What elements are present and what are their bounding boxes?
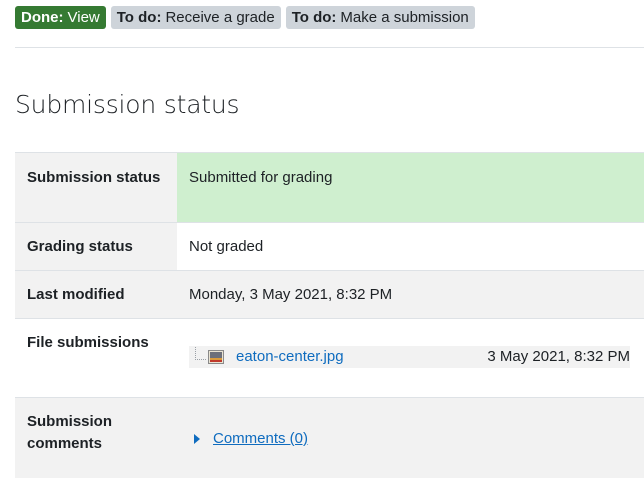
row-grading-status: Grading status Not graded [15,222,644,270]
submission-status-value: Submitted for grading [177,153,644,222]
completion-badge-done: Done: View [15,6,106,29]
row-submission-status: Submission status Submitted for grading [15,152,644,222]
file-date: 3 May 2021, 8:32 PM [487,348,630,365]
row-label: Last modified [15,271,177,318]
file-submissions-value: eaton-center.jpg 3 May 2021, 8:32 PM [177,319,644,397]
file-item: eaton-center.jpg 3 May 2021, 8:32 PM [189,346,630,368]
caret-right-icon [194,434,200,444]
row-submission-comments: Submission comments Comments (0) [15,397,644,478]
activity-completion: Done: View To do: Receive a grade To do:… [15,6,475,29]
submission-comments-value: Comments (0) [177,398,644,478]
row-file-submissions: File submissions eaton-center.jpg 3 May … [15,318,644,397]
badge-prefix: To do: [116,9,162,26]
row-last-modified: Last modified Monday, 3 May 2021, 8:32 P… [15,270,644,318]
section-title: Submission status [15,90,240,119]
badge-prefix: Done: [21,9,64,26]
badge-prefix: To do: [291,9,337,26]
comments-toggle[interactable]: Comments (0) [189,428,308,450]
badge-label: Receive a grade [165,9,275,26]
tree-connector [195,346,206,360]
badge-label: Make a submission [340,9,469,26]
completion-badge-receive-grade: To do: Receive a grade [110,6,281,29]
submission-status-table: Submission status Submitted for grading … [15,152,644,478]
row-label: Submission status [15,153,177,222]
completion-badge-make-submission: To do: Make a submission [285,6,475,29]
last-modified-value: Monday, 3 May 2021, 8:32 PM [177,271,644,318]
row-label: File submissions [15,319,177,397]
badge-label: View [67,9,100,26]
row-label: Grading status [15,223,177,270]
row-label: Submission comments [15,398,177,478]
divider [15,47,644,48]
grading-status-value: Not graded [177,223,644,270]
image-file-icon [208,350,224,364]
file-link[interactable]: eaton-center.jpg [236,346,487,368]
comments-toggle-label: Comments (0) [213,430,309,447]
